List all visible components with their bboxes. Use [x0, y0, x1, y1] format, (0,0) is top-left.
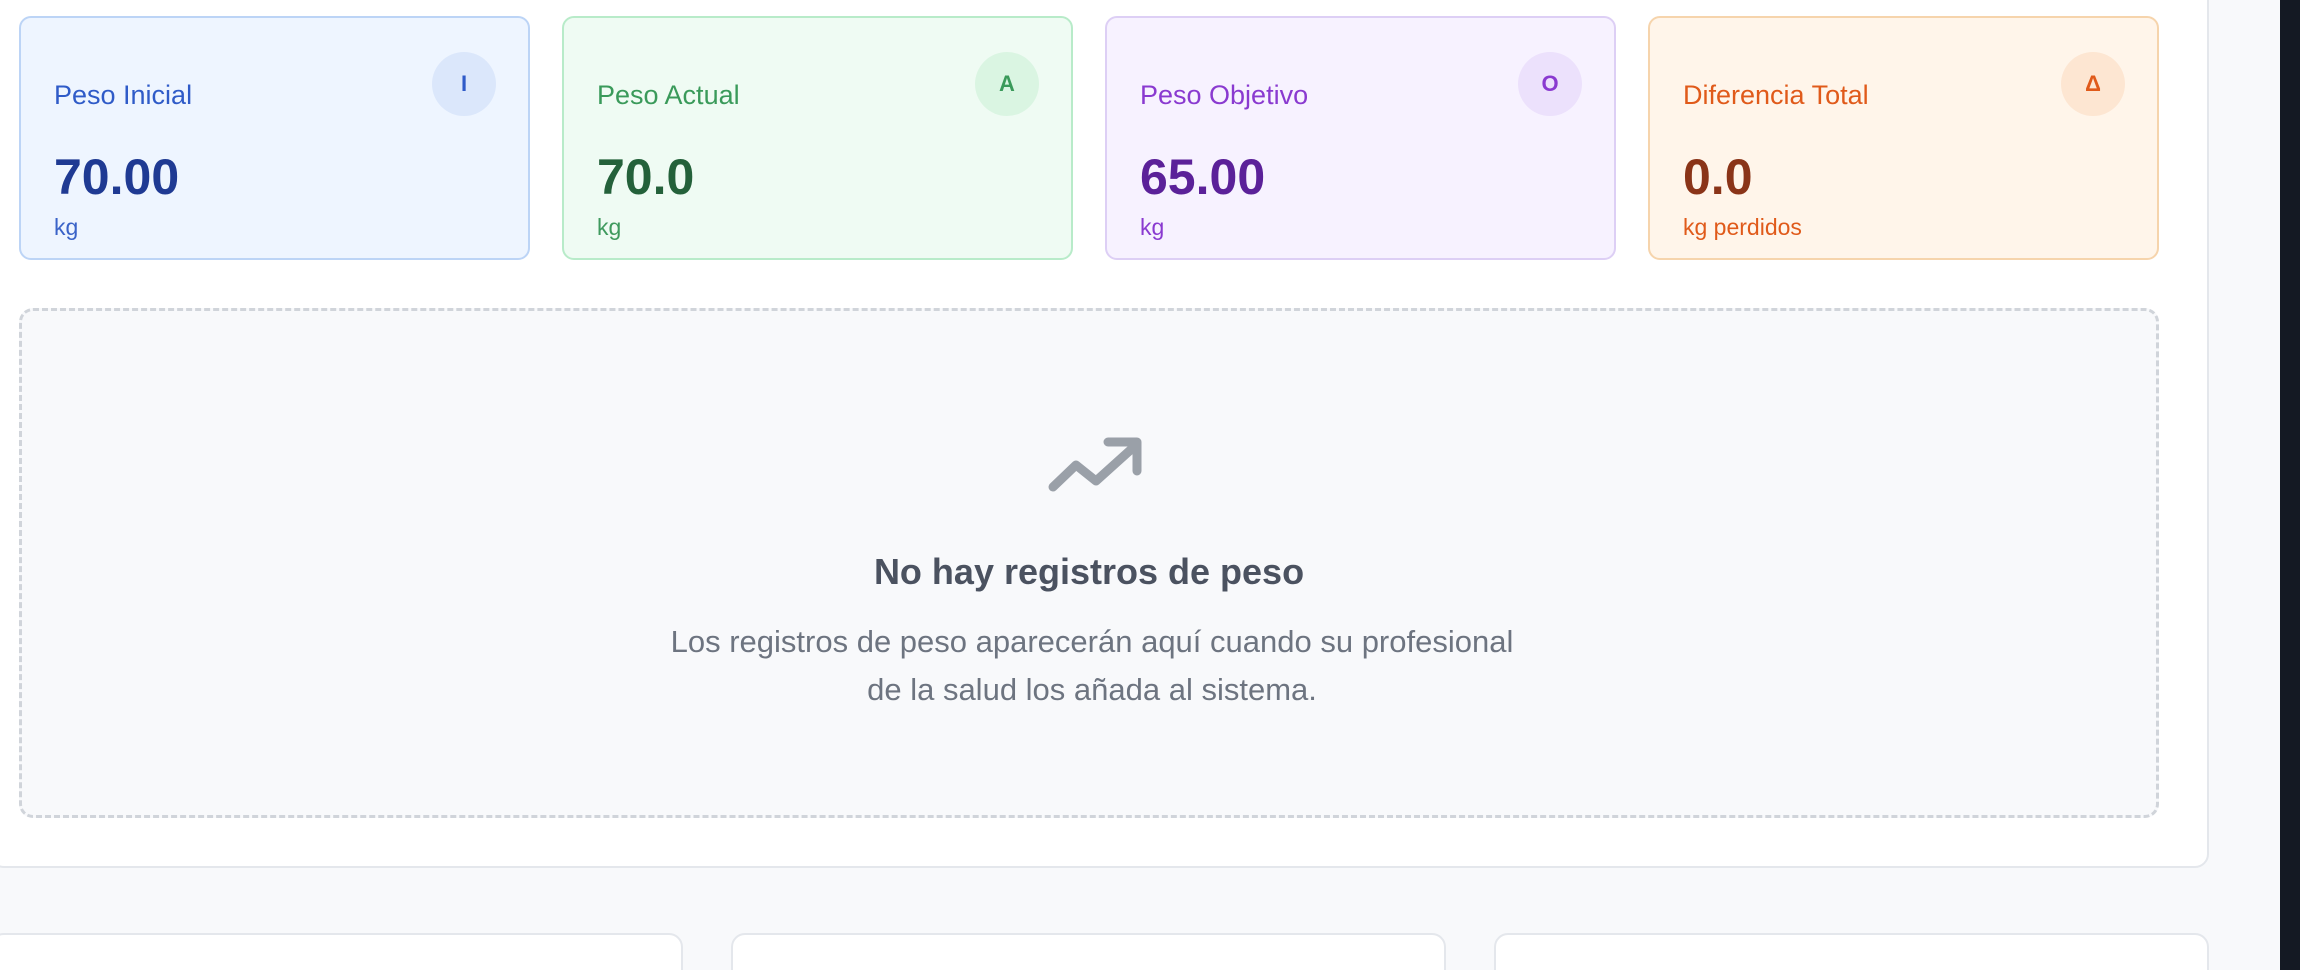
stat-label: Diferencia Total	[1683, 80, 1869, 110]
stat-card-initial-weight: Peso Inicial I 70.00 kg	[19, 16, 530, 260]
empty-state: No hay registros de peso Los registros d…	[19, 308, 2159, 818]
initial-badge-icon: I	[432, 52, 496, 116]
trending-up-icon	[1048, 437, 1142, 492]
bottom-card	[731, 933, 1446, 970]
delta-badge-icon: Δ	[2061, 52, 2125, 116]
empty-state-title: No hay registros de peso	[873, 551, 1305, 592]
stat-card-target-weight: Peso Objetivo O 65.00 kg	[1105, 16, 1616, 260]
window-edge	[2280, 0, 2300, 970]
stat-card-current-weight: Peso Actual A 70.0 kg	[562, 16, 1073, 260]
current-badge-icon: A	[975, 52, 1039, 116]
bottom-card	[0, 933, 683, 970]
stat-label: Peso Inicial	[54, 80, 193, 110]
stat-value: 65.00	[1140, 149, 1266, 205]
stat-unit: kg	[1140, 214, 1165, 240]
stat-unit: kg	[597, 214, 622, 240]
bottom-card	[1494, 933, 2209, 970]
page: Peso Inicial I 70.00 kg Peso Actual A 70…	[0, 0, 2300, 970]
target-badge-icon: O	[1518, 52, 1582, 116]
stat-label: Peso Objetivo	[1140, 80, 1309, 110]
empty-state-description: Los registros de peso aparecerán aquí cu…	[642, 618, 1542, 714]
empty-state-description-line: de la salud los añada al sistema.	[867, 672, 1317, 707]
empty-state-description-line: Los registros de peso aparecerán aquí cu…	[670, 624, 1514, 659]
stat-label: Peso Actual	[597, 80, 740, 110]
stat-card-total-difference: Diferencia Total Δ 0.0 kg perdidos	[1648, 16, 2159, 260]
stat-value: 0.0	[1683, 149, 1753, 205]
stat-unit: kg	[54, 214, 79, 240]
stat-value: 70.0	[597, 149, 695, 205]
stat-unit: kg perdidos	[1683, 214, 1802, 240]
stat-value: 70.00	[54, 149, 180, 205]
